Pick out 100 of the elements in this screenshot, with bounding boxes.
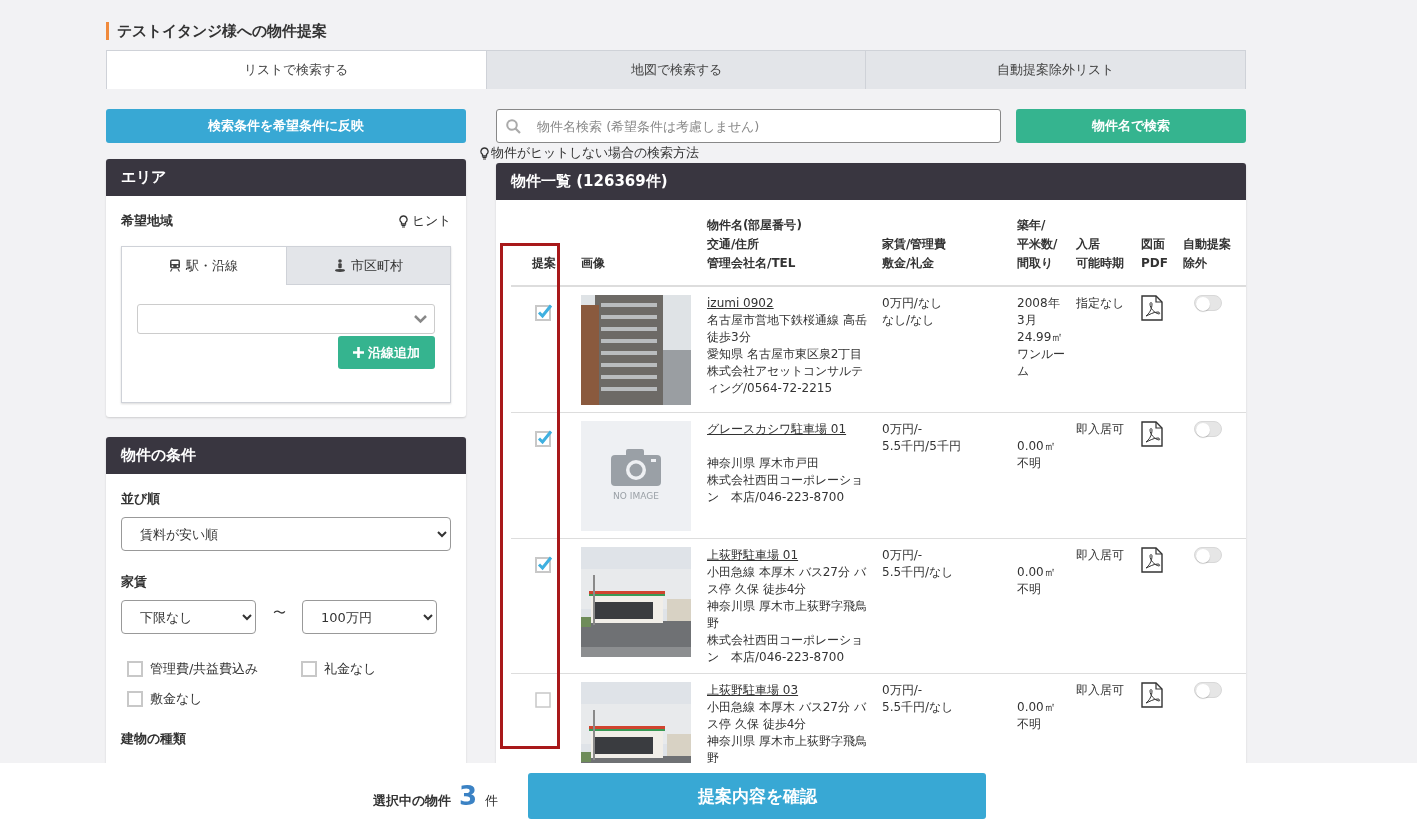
rent-text: 5.5千円/5千円 bbox=[882, 438, 962, 455]
toggle-switch[interactable] bbox=[1194, 547, 1222, 563]
column-header: 提案 bbox=[530, 255, 557, 272]
checkbox-option[interactable]: 敷金なし bbox=[127, 690, 301, 708]
property-name-link[interactable]: izumi 0902 bbox=[707, 295, 872, 312]
panel-title: エリア bbox=[106, 159, 466, 196]
checkbox[interactable] bbox=[534, 303, 553, 321]
rent-text: 0万円/- bbox=[882, 421, 923, 438]
column-header: 平米数/ bbox=[1017, 236, 1059, 253]
layout-text: 不明 bbox=[1017, 581, 1042, 598]
column-header: 入居 bbox=[1076, 236, 1101, 253]
column-header: 間取り bbox=[1017, 255, 1054, 272]
checkbox[interactable] bbox=[127, 691, 143, 707]
transit-text: 名古屋市営地下鉄桜通線 高岳徒歩3分 bbox=[707, 312, 868, 346]
count-unit: 件 bbox=[485, 792, 498, 810]
address-text: 神奈川県 厚木市上荻野字飛鳥野 bbox=[707, 733, 868, 767]
pdf-icon[interactable] bbox=[1141, 295, 1163, 321]
property-name-link[interactable]: 上荻野駐車場 01 bbox=[707, 547, 872, 564]
area-tab[interactable]: 駅・沿線 bbox=[122, 247, 286, 285]
column-header: 交通/住所 bbox=[707, 236, 761, 253]
layout-text: 不明 bbox=[1017, 716, 1042, 733]
column-header: PDF bbox=[1141, 255, 1169, 272]
range-separator: 〜 bbox=[271, 604, 287, 622]
transit-text: 小田急線 本厚木 バス27分 バス停 久保 徒歩4分 bbox=[707, 699, 867, 733]
panel-title: 物件の条件 bbox=[106, 437, 466, 474]
plus-icon bbox=[353, 347, 364, 358]
train-icon bbox=[169, 259, 182, 272]
camera-icon bbox=[611, 447, 661, 486]
layout-text: ワンルーム bbox=[1017, 346, 1066, 380]
address-text: 神奈川県 厚木市戸田 bbox=[707, 455, 820, 472]
rent-max-select[interactable]: 100万円 bbox=[302, 600, 437, 634]
transit-text: 小田急線 本厚木 バス27分 バス停 久保 徒歩4分 bbox=[707, 564, 867, 598]
pdf-icon[interactable] bbox=[1141, 547, 1163, 573]
column-header: 築年/ bbox=[1017, 217, 1047, 234]
toggle-switch[interactable] bbox=[1194, 295, 1222, 311]
tab[interactable]: 自動提案除外リスト bbox=[865, 51, 1245, 89]
hint-link[interactable]: ヒント bbox=[399, 212, 451, 230]
person-icon bbox=[333, 259, 346, 272]
column-header: 可能時期 bbox=[1076, 255, 1125, 272]
field-label: 建物の種類 bbox=[121, 730, 187, 748]
move-in-text: 即入居可 bbox=[1076, 547, 1125, 564]
toggle-switch[interactable] bbox=[1194, 682, 1222, 698]
field-label: 並び順 bbox=[121, 490, 161, 508]
column-header: 除外 bbox=[1183, 255, 1208, 272]
tab[interactable]: 地図で検索する bbox=[485, 51, 866, 89]
property-name-link[interactable]: グレースカシワ駐車場 01 bbox=[707, 421, 872, 438]
panel-title: 物件一覧 (126369件) bbox=[496, 163, 1246, 200]
address-text: 神奈川県 厚木市上荻野字飛鳥野 bbox=[707, 598, 868, 632]
checkbox-option[interactable]: 礼金なし bbox=[301, 660, 451, 678]
move-in-text: 即入居可 bbox=[1076, 421, 1125, 438]
area-text: 24.99㎡ bbox=[1017, 329, 1065, 346]
layout-text: 不明 bbox=[1017, 455, 1042, 472]
built-date-text: 2008年3月 bbox=[1017, 295, 1061, 329]
checkbox[interactable] bbox=[534, 429, 553, 447]
toggle-switch[interactable] bbox=[1194, 421, 1222, 437]
address-text: 愛知県 名古屋市東区泉2丁目 bbox=[707, 346, 864, 363]
checkbox[interactable] bbox=[127, 661, 143, 677]
area-text: 0.00㎡ bbox=[1017, 564, 1057, 581]
column-header: 画像 bbox=[581, 255, 606, 272]
column-header: 敷金/礼金 bbox=[882, 255, 936, 272]
move-in-text: 指定なし bbox=[1076, 295, 1125, 312]
column-header: 管理会社名/TEL bbox=[707, 255, 797, 272]
company-text: 株式会社アセットコンサルティング/0564-72-2215 bbox=[707, 363, 864, 397]
tab[interactable]: リストで検索する bbox=[107, 51, 486, 89]
rent-text: 0万円/なし bbox=[882, 295, 943, 312]
no-image-label: NO IMAGE bbox=[613, 489, 659, 503]
rent-text: 5.5千円/なし bbox=[882, 699, 955, 716]
line-select[interactable] bbox=[137, 304, 435, 334]
page-title: テストイタンジ様への物件提案 bbox=[106, 22, 327, 40]
checkbox[interactable] bbox=[301, 661, 317, 677]
search-icon bbox=[506, 119, 521, 134]
field-label: 希望地域 bbox=[121, 212, 173, 230]
selected-label: 選択中の物件 bbox=[372, 792, 451, 810]
rent-text: 0万円/- bbox=[882, 682, 923, 699]
lightbulb-icon bbox=[399, 214, 408, 228]
lightbulb-icon bbox=[480, 146, 489, 160]
pdf-icon[interactable] bbox=[1141, 682, 1163, 708]
area-tab[interactable]: 市区町村 bbox=[285, 247, 450, 285]
column-header: 物件名(部屋番号) bbox=[707, 217, 803, 234]
column-header: 家賃/管理費 bbox=[882, 236, 948, 253]
checkbox-option[interactable]: 管理費/共益費込み bbox=[127, 660, 301, 678]
rent-text: 0万円/- bbox=[882, 547, 923, 564]
chevron-down-icon bbox=[413, 314, 428, 324]
search-field[interactable]: 物件名検索 (希望条件は考慮しません) bbox=[496, 109, 1001, 143]
move-in-text: 即入居可 bbox=[1076, 682, 1125, 699]
property-name-link[interactable]: 上荻野駐車場 03 bbox=[707, 682, 872, 699]
company-text: 株式会社西田コーポレーション 本店/046-223-8700 bbox=[707, 472, 864, 506]
checkbox[interactable] bbox=[534, 555, 553, 573]
selected-count: 3 bbox=[458, 781, 477, 811]
rent-text: なし/なし bbox=[882, 312, 936, 329]
pdf-icon[interactable] bbox=[1141, 421, 1163, 447]
checkbox[interactable] bbox=[534, 690, 553, 708]
company-text: 株式会社西田コーポレーション 本店/046-223-8700 bbox=[707, 632, 864, 666]
area-text: 0.00㎡ bbox=[1017, 699, 1057, 716]
search-help-link[interactable]: 物件がヒットしない場合の検索方法 bbox=[480, 145, 1246, 161]
field-label: 家賃 bbox=[121, 573, 148, 591]
rent-min-select[interactable]: 下限なし bbox=[121, 600, 256, 634]
column-header: 図面 bbox=[1141, 236, 1166, 253]
sort-select[interactable]: 賃料が安い順 bbox=[121, 517, 451, 551]
column-header: 自動提案 bbox=[1183, 236, 1232, 253]
